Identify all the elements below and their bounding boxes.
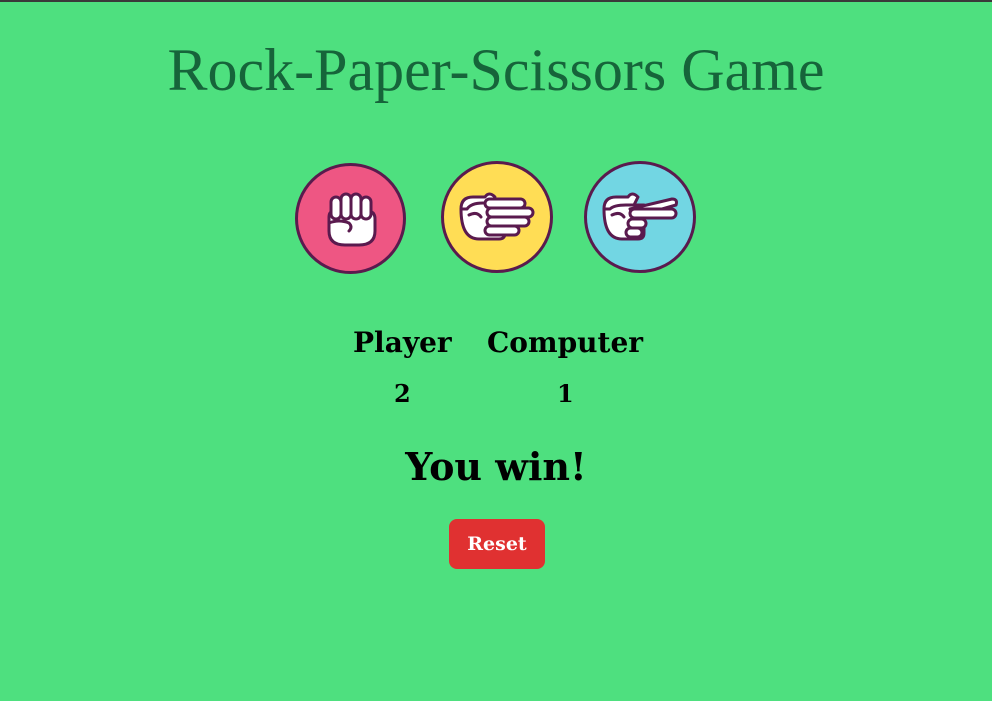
computer-score: 1 [557,379,574,408]
reset-button[interactable]: Reset [449,519,545,569]
player-score: 2 [394,379,411,408]
rock-button[interactable] [295,163,406,274]
open-hand-icon [459,192,535,241]
scissors-button[interactable] [584,161,696,273]
page-title: Rock-Paper-Scissors Game [167,37,825,103]
computer-label: Computer [487,326,644,359]
fist-icon [327,192,376,246]
two-finger-hand-icon [602,192,678,241]
player-label: Player [353,326,452,359]
result-message: You win! [405,444,587,489]
paper-button[interactable] [441,161,553,273]
